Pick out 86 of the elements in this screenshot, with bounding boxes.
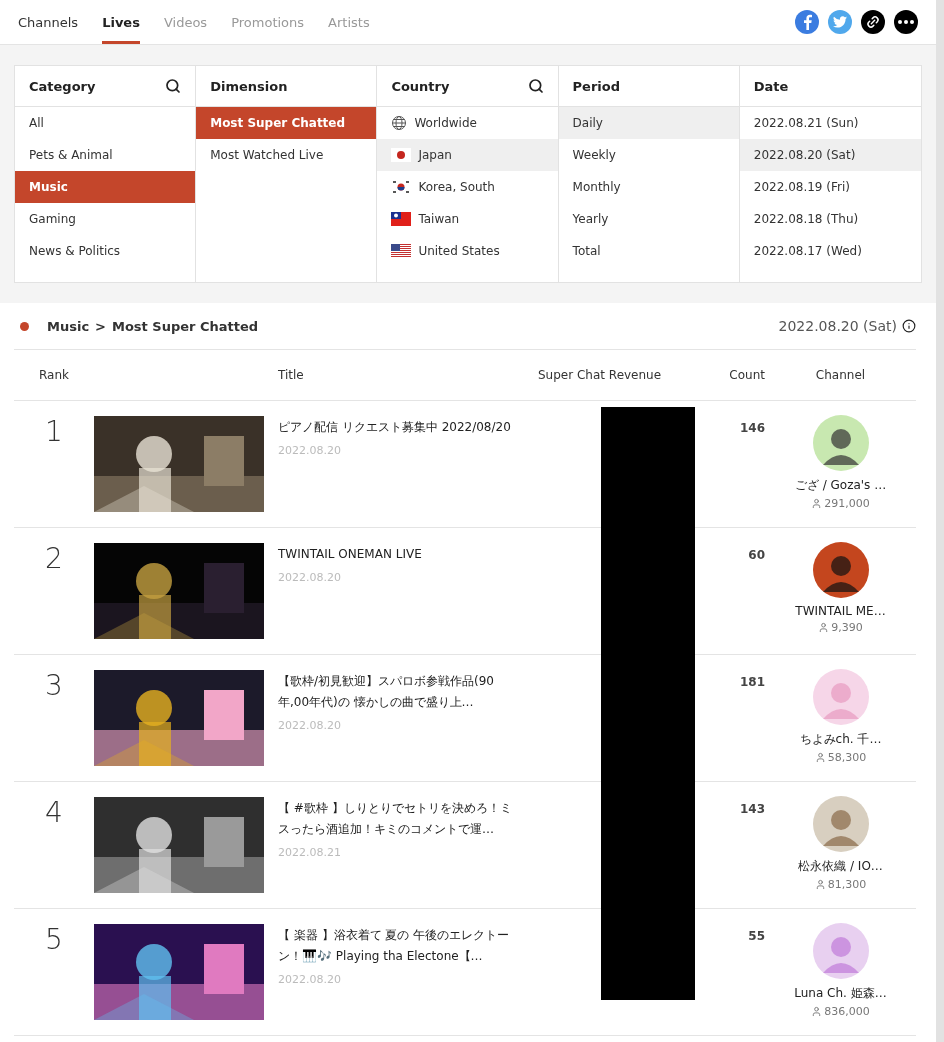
nav-tab[interactable]: Channels xyxy=(18,0,79,44)
video-title[interactable]: 【 #歌枠 】しりとりでセトリを決めろ！ミスったら酒追加！キミのコメントで運… xyxy=(278,798,514,840)
video-title[interactable]: 【 楽器 】浴衣着て 夏の 午後のエレクトーン！🎹🎶 Playing tha Electone【… xyxy=(278,925,514,967)
column-heading: Category xyxy=(29,78,96,94)
filter-option[interactable]: 2022.08.20 (Sat) xyxy=(739,139,921,171)
filter-option[interactable]: Taiwan xyxy=(377,203,558,235)
column-header: Rank xyxy=(38,368,70,382)
breadcrumb-separator: > xyxy=(95,318,106,334)
more-icon[interactable] xyxy=(894,10,918,34)
person-icon xyxy=(811,1006,823,1017)
person-icon xyxy=(814,752,826,763)
filter-option[interactable]: United States xyxy=(377,235,558,267)
video-date: 2022.08.21 xyxy=(278,846,342,859)
column-heading: Dimension xyxy=(210,78,288,94)
rank-number: 3 xyxy=(45,668,63,702)
column-header: Count xyxy=(728,368,765,382)
count-value: 55 xyxy=(747,928,765,943)
column-heading: Period xyxy=(572,78,621,94)
video-title[interactable]: TWINTAIL ONEMAN LIVE xyxy=(278,544,514,565)
filter-option[interactable]: Daily xyxy=(558,107,739,139)
column-header: Title xyxy=(278,368,305,382)
count-value: 181 xyxy=(738,674,765,689)
bullet-dot xyxy=(20,321,29,331)
search-icon[interactable] xyxy=(527,78,544,94)
video-date: 2022.08.20 xyxy=(278,719,342,732)
filter-option[interactable]: Most Watched Live xyxy=(196,139,377,171)
column-heading: Country xyxy=(391,78,450,94)
filter-option[interactable]: Most Super Chatted xyxy=(196,107,377,139)
column-heading: Date xyxy=(753,78,789,94)
person-icon xyxy=(814,879,826,890)
subscriber-count: 58,300 xyxy=(827,751,867,764)
flag-icon xyxy=(391,180,412,194)
person-icon xyxy=(818,622,830,633)
subscriber-count: 81,300 xyxy=(827,878,867,891)
video-date: 2022.08.20 xyxy=(278,973,342,986)
search-icon[interactable] xyxy=(165,78,182,94)
rank-number: 1 xyxy=(45,414,63,448)
filter-option[interactable]: Total xyxy=(558,235,739,267)
filter-option[interactable]: All xyxy=(15,107,196,139)
column-header: Channel xyxy=(814,368,867,382)
flag-icon xyxy=(391,148,412,162)
filter-option[interactable]: Gaming xyxy=(15,203,196,235)
subscriber-count: 291,000 xyxy=(824,497,870,510)
date-label: 2022.08.20 (Sat) xyxy=(778,318,897,334)
filter-option[interactable]: Korea, South xyxy=(377,171,558,203)
filter-option[interactable]: Monthly xyxy=(558,171,739,203)
column-header: Super Chat Revenue xyxy=(538,368,662,382)
rank-number: 2 xyxy=(45,541,63,575)
info-icon[interactable] xyxy=(902,319,916,333)
subscriber-count: 836,000 xyxy=(824,1005,870,1018)
video-date: 2022.08.20 xyxy=(278,444,342,457)
channel-name[interactable]: TWINTAIL ME… xyxy=(795,604,886,618)
video-date: 2022.08.20 xyxy=(278,571,342,584)
count-value: 146 xyxy=(738,420,765,435)
subscriber-count: 9,390 xyxy=(831,621,863,634)
flag-icon xyxy=(391,244,412,258)
filter-option[interactable]: Japan xyxy=(377,139,558,171)
filter-option[interactable]: Music xyxy=(15,171,196,203)
filter-option[interactable]: 2022.08.18 (Thu) xyxy=(739,203,921,235)
avatar[interactable] xyxy=(812,542,869,598)
filter-option[interactable]: News & Politics xyxy=(15,235,196,267)
person-icon xyxy=(811,498,823,509)
channel-name[interactable]: ござ / Goza's … xyxy=(794,477,887,494)
globe-icon xyxy=(391,115,408,131)
breadcrumb-item: Music xyxy=(47,318,90,334)
link-icon[interactable] xyxy=(861,10,885,34)
filter-option[interactable]: Yearly xyxy=(558,203,739,235)
channel-name[interactable]: ちよみch. 千… xyxy=(799,731,882,748)
count-value: 143 xyxy=(738,801,765,816)
video-title[interactable]: 【歌枠/初見歓迎】スパロボ参戦作品(90年,00年代)の 懐かしの曲で盛り上… xyxy=(278,671,514,713)
facebook-icon[interactable] xyxy=(795,10,819,34)
flag-icon xyxy=(391,212,412,226)
filter-option[interactable]: Pets & Animal xyxy=(15,139,196,171)
filter-option[interactable]: 2022.08.17 (Wed) xyxy=(739,235,921,267)
rank-number: 4 xyxy=(45,795,63,829)
twitter-icon[interactable] xyxy=(828,10,852,34)
filter-option[interactable]: Weekly xyxy=(558,139,739,171)
channel-name[interactable]: Luna Ch. 姫森… xyxy=(794,985,887,1002)
channel-name[interactable]: 松永依織 / IO… xyxy=(798,858,883,875)
filter-option[interactable]: Worldwide xyxy=(377,107,558,139)
rank-number: 5 xyxy=(45,922,63,956)
filter-option[interactable]: 2022.08.21 (Sun) xyxy=(739,107,921,139)
breadcrumb-item: Most Super Chatted xyxy=(112,318,259,334)
count-value: 60 xyxy=(747,547,765,562)
video-title[interactable]: ピアノ配信 リクエスト募集中 2022/08/20 xyxy=(278,417,514,438)
filter-option[interactable]: 2022.08.19 (Fri) xyxy=(739,171,921,203)
